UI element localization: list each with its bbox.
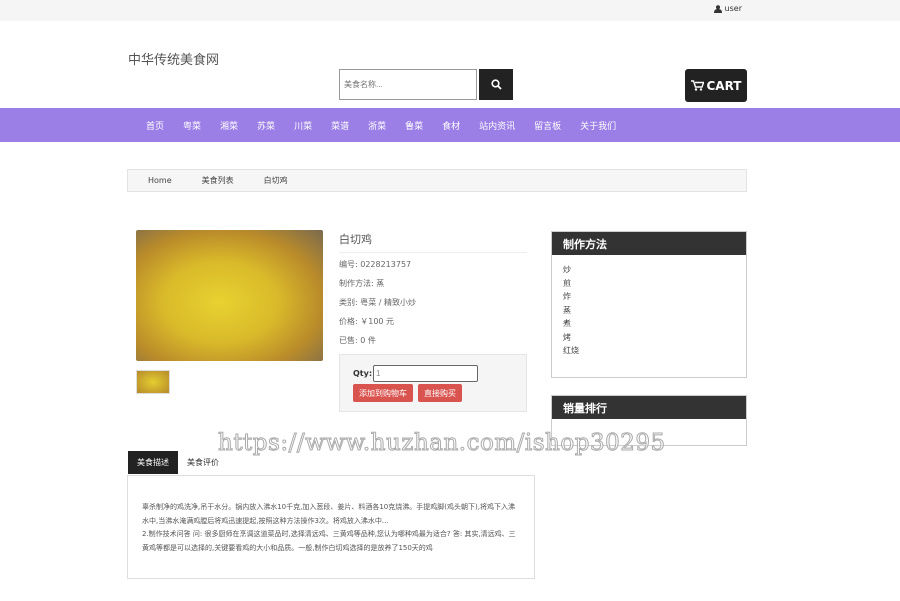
cart-label: CART xyxy=(706,78,742,93)
product-method: 制作方法: 蒸 xyxy=(339,279,385,288)
buy-now-button[interactable]: 直接购买 xyxy=(418,384,462,402)
search-form xyxy=(339,69,513,100)
product-category: 类别: 粤菜 / 精致小炒 xyxy=(339,298,417,307)
header: 中华传统美食网 CART xyxy=(0,21,900,108)
nav-su[interactable]: 苏菜 xyxy=(248,119,284,132)
nav-ingredients[interactable]: 食材 xyxy=(433,119,469,132)
search-button[interactable] xyxy=(479,69,513,100)
qty-input[interactable] xyxy=(373,365,479,382)
qty-group: Qty: xyxy=(353,365,479,382)
nav-home[interactable]: 首页 xyxy=(137,119,173,132)
product-info: 白切鸡 编号: 0228213757 制作方法: 蒸 类别: 粤菜 / 精致小炒… xyxy=(339,233,527,355)
description-paragraph: 2.制作技术问答 问: 很多厨师在烹调这道菜品时,选择清远鸡、三黄鸡等品种,您认… xyxy=(142,530,516,552)
nav-yue[interactable]: 粤菜 xyxy=(174,119,210,132)
description-paragraph: 辜杀制净的鸡洗净,吊干水分。锅内放入沸水10千克,加入葱段、姜片、料酒各10克烧… xyxy=(142,503,515,525)
method-item[interactable]: 炒 xyxy=(563,263,735,277)
site-logo[interactable]: 中华传统美食网 xyxy=(128,49,219,68)
method-item[interactable]: 红烧 xyxy=(563,344,735,358)
nav-about[interactable]: 关于我们 xyxy=(571,119,625,132)
top-bar: user xyxy=(0,0,900,21)
breadcrumb-current: 白切鸡 xyxy=(263,176,288,185)
breadcrumb-home[interactable]: Home xyxy=(148,176,172,185)
cart-icon xyxy=(690,80,704,91)
method-item[interactable]: 煮 xyxy=(563,317,735,331)
search-icon xyxy=(490,79,502,90)
main-nav: 首页 粤菜 湘菜 苏菜 川菜 菜谱 浙菜 鲁菜 食材 站内资讯 留言板 关于我们 xyxy=(0,108,900,142)
nav-chuan[interactable]: 川菜 xyxy=(285,119,321,132)
ranking-title: 销量排行 xyxy=(552,396,746,419)
nav-zhe[interactable]: 浙菜 xyxy=(359,119,395,132)
nav-lu[interactable]: 鲁菜 xyxy=(396,119,432,132)
product-image xyxy=(136,230,323,361)
methods-panel: 制作方法 炒 煎 炸 蒸 煮 烤 红烧 xyxy=(551,231,747,378)
nav-recipes[interactable]: 菜谱 xyxy=(322,119,358,132)
method-item[interactable]: 蒸 xyxy=(563,304,735,318)
detail-tabs: 美食描述 美食评价 xyxy=(128,451,228,474)
tab-description[interactable]: 美食描述 xyxy=(128,451,178,474)
user-label: user xyxy=(724,4,742,13)
methods-title: 制作方法 xyxy=(552,232,746,255)
add-to-cart-button[interactable]: 添加到购物车 xyxy=(353,384,413,402)
breadcrumb: Home 美食列表 白切鸡 xyxy=(127,169,747,192)
description-panel: 辜杀制净的鸡洗净,吊干水分。锅内放入沸水10千克,加入葱段、姜片、料酒各10克烧… xyxy=(127,475,535,579)
watermark: https://www.huzhan.com/ishop30295 xyxy=(218,430,666,457)
user-link[interactable]: user xyxy=(713,4,742,13)
search-input[interactable] xyxy=(339,69,477,100)
method-item[interactable]: 煎 xyxy=(563,277,735,291)
method-item[interactable]: 炸 xyxy=(563,290,735,304)
nav-xiang[interactable]: 湘菜 xyxy=(211,119,247,132)
product-title: 白切鸡 xyxy=(339,233,527,253)
qty-label: Qty: xyxy=(353,369,373,378)
product-code: 编号: 0228213757 xyxy=(339,260,412,269)
product-price: 价格: ￥100 元 xyxy=(339,317,395,326)
nav-guestbook[interactable]: 留言板 xyxy=(525,119,570,132)
cart-button[interactable]: CART xyxy=(685,69,747,102)
user-icon xyxy=(713,4,722,13)
breadcrumb-list[interactable]: 美食列表 xyxy=(202,175,234,186)
method-item[interactable]: 烤 xyxy=(563,331,735,345)
product-thumbnail[interactable] xyxy=(136,370,170,394)
product-sold: 已售: 0 件 xyxy=(339,336,376,345)
nav-news[interactable]: 站内资讯 xyxy=(470,119,524,132)
buy-box: Qty: 添加到购物车 直接购买 xyxy=(339,354,527,412)
